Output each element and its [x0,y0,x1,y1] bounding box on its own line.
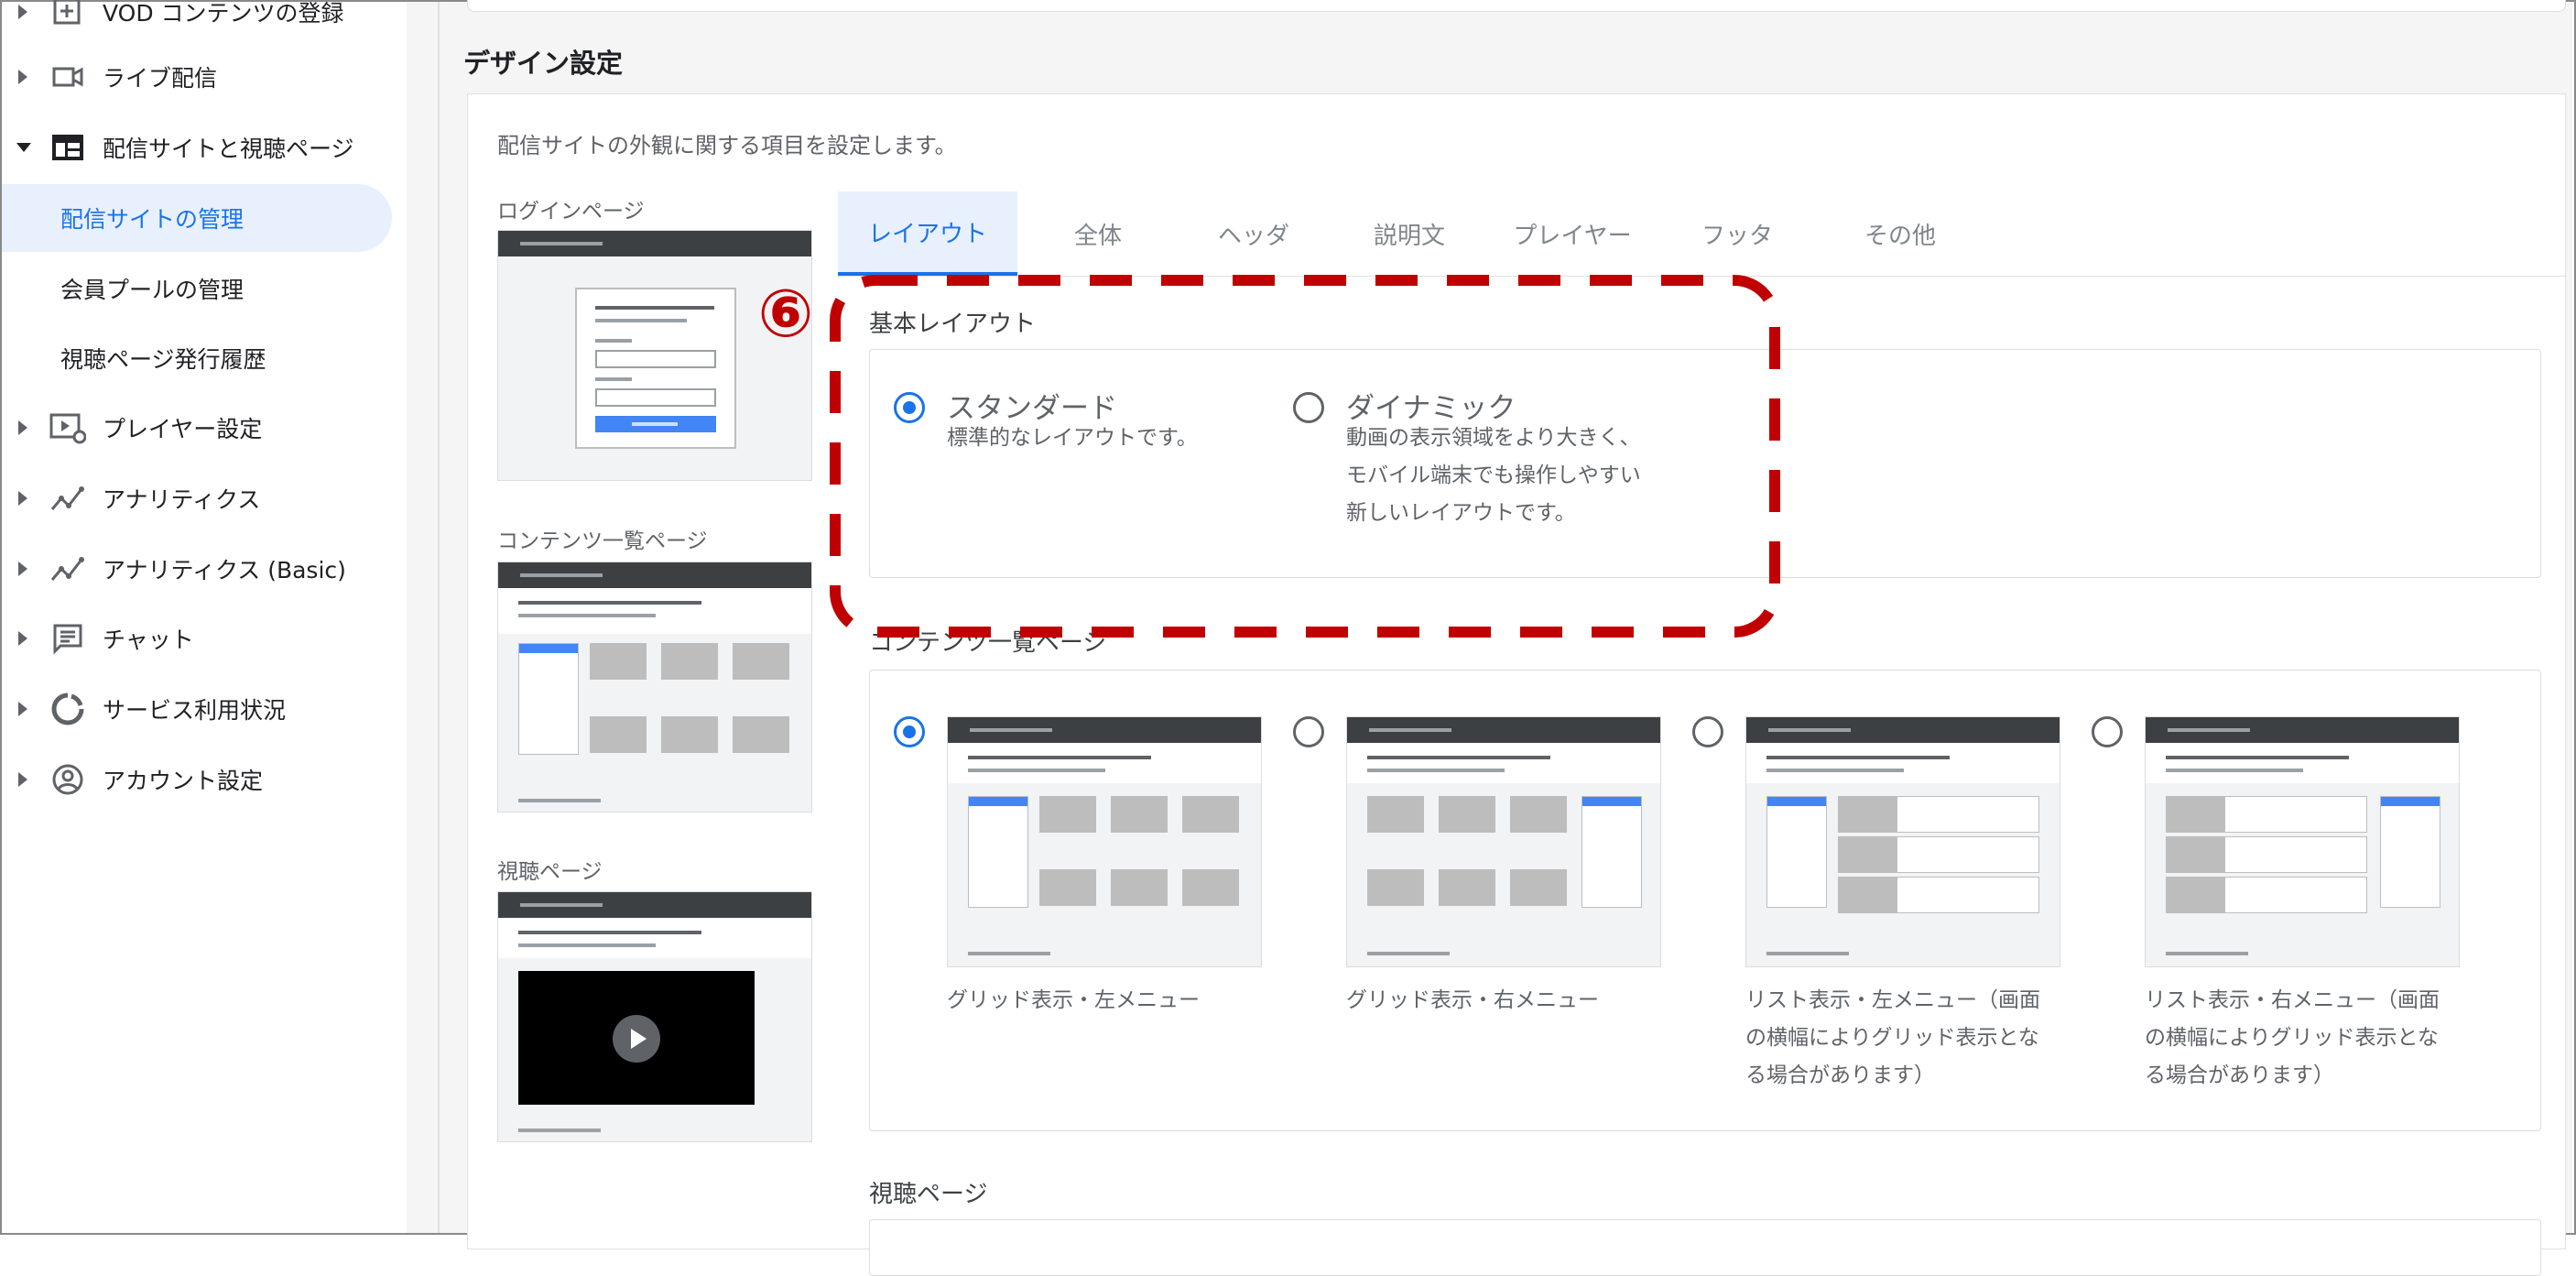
annotation-overlay [830,275,1780,638]
annotation-dashed-box [830,275,1780,638]
annotation-number: ⑥ [757,275,814,352]
